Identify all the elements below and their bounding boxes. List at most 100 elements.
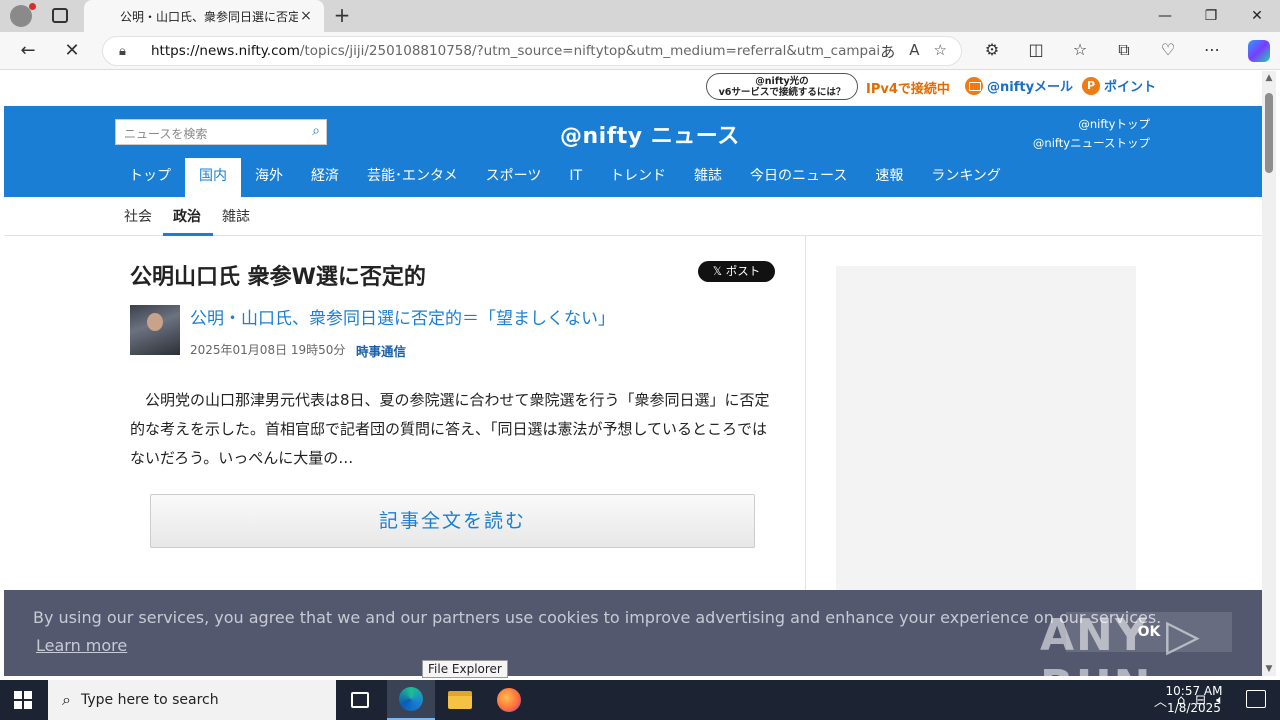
clock-date: 1/8/2025 — [1167, 701, 1221, 715]
address-bar-actions: あ A ☆ — [880, 41, 961, 62]
clock-time: 10:57 AM — [1165, 684, 1223, 698]
nav-today-news[interactable]: 今日のニュース — [736, 158, 861, 197]
subnav-society[interactable]: 社会 — [124, 206, 152, 226]
nav-entertainment[interactable]: 芸能･エンタメ — [353, 158, 472, 197]
close-tab-icon[interactable]: × — [298, 8, 314, 24]
browser-toolbar: ← ✕ 🔒︎ https://news.nifty.com/topics/jij… — [0, 32, 1280, 70]
task-view-icon — [351, 692, 369, 708]
mail-icon — [965, 76, 983, 95]
point-icon: P — [1082, 76, 1100, 95]
close-window-button[interactable]: ✕ — [1234, 0, 1280, 32]
nifty-top-link[interactable]: @niftyトップ — [1033, 115, 1150, 134]
nav-magazine[interactable]: 雑誌 — [680, 158, 736, 197]
nav-trend[interactable]: トレンド — [596, 158, 680, 197]
nav-domestic[interactable]: 国内 — [185, 158, 241, 197]
toolbar-actions: ⚙ ◫ ☆ ⧉ ♡ ⋯ — [970, 40, 1234, 60]
mail-link-label: @niftyメール — [987, 80, 1074, 95]
taskbar-firefox[interactable] — [485, 680, 533, 720]
read-full-article-button[interactable]: 記事全文を読む — [150, 494, 755, 548]
back-button[interactable]: ← — [14, 38, 42, 64]
x-post-button[interactable]: 𝕏 ポスト — [698, 261, 775, 282]
ipv6-line1: @nifty光の — [755, 76, 809, 87]
global-nav: トップ 国内 海外 経済 芸能･エンタメ スポーツ IT トレンド 雑誌 今日の… — [115, 158, 1015, 197]
nav-sports[interactable]: スポーツ — [472, 158, 556, 197]
url-text[interactable]: https://news.nifty.com/topics/jiji/25010… — [151, 43, 880, 59]
subnav-politics[interactable]: 政治 — [173, 206, 201, 226]
nav-it[interactable]: IT — [555, 158, 596, 197]
more-menu-icon[interactable]: ⋯ — [1190, 40, 1234, 60]
taskbar-file-explorer[interactable] — [436, 680, 484, 720]
windows-start-icon[interactable] — [14, 691, 32, 709]
taskbar: ⌕ Type here to search ︿ ⌂ ⊟ 🔈︎ 10:57 AM … — [0, 680, 1280, 720]
scroll-up-icon[interactable]: ▲ — [1262, 73, 1276, 83]
nifty-news-logo[interactable]: @nifty ニュース — [560, 118, 740, 150]
collections-icon[interactable]: ⧉ — [1102, 40, 1146, 60]
nav-top[interactable]: トップ — [115, 158, 185, 197]
article-date: 2025年01月08日 19時50分 — [190, 343, 346, 357]
article-source-link[interactable]: 時事通信 — [356, 341, 406, 360]
nifty-news-top-link[interactable]: @niftyニューストップ — [1033, 134, 1150, 153]
article-title: 公明山口氏 衆参W選に否定的 — [130, 265, 426, 290]
minimize-button[interactable]: — — [1142, 0, 1188, 32]
cookie-message: By using our services, you agree that we… — [33, 608, 1162, 627]
news-search-input[interactable]: ニュースを検索 ⌕ — [115, 119, 327, 145]
nav-breaking[interactable]: 速報 — [861, 158, 917, 197]
nav-overseas[interactable]: 海外 — [241, 158, 297, 197]
article-headline-link[interactable]: 公明・山口氏、衆参同日選に否定的＝「望ましくない」 — [190, 304, 615, 329]
file-explorer-icon — [448, 691, 472, 709]
stop-loading-button[interactable]: ✕ — [58, 38, 86, 64]
profile-icon[interactable] — [10, 3, 36, 27]
nav-economy[interactable]: 経済 — [297, 158, 353, 197]
scrollbar-thumb[interactable] — [1265, 93, 1273, 173]
favorite-star-icon[interactable]: ☆ — [934, 41, 947, 62]
maximize-button[interactable]: ❐ — [1188, 0, 1234, 32]
subnav-magazine[interactable]: 雑誌 — [222, 206, 250, 226]
taskbar-search-icon: ⌕ — [62, 690, 71, 709]
read-aloud-icon[interactable]: A — [909, 41, 919, 62]
url-path: /topics/jiji/250108810758/?utm_source=ni… — [299, 43, 881, 59]
favorites-icon[interactable]: ☆ — [1058, 40, 1102, 60]
window-controls: — ❐ ✕ — [1142, 0, 1280, 32]
cookie-banner: By using our services, you agree that we… — [4, 590, 1262, 712]
article-body: 公明党の山口那津男元代表は8日、夏の参院選に合わせて衆院選を行う「衆参同日選」に… — [130, 391, 770, 467]
cookie-ok-button[interactable]: OK — [1066, 612, 1232, 652]
ipv6-line2: v6サービスで接続するには？ — [718, 87, 846, 98]
taskbar-search-placeholder: Type here to search — [80, 692, 219, 708]
copilot-icon[interactable] — [1248, 40, 1270, 62]
article-thumbnail[interactable] — [130, 305, 180, 355]
cookie-learn-more-link[interactable]: Learn more — [36, 636, 127, 655]
translate-icon[interactable]: あ — [880, 41, 895, 62]
page-scrollbar[interactable]: ▲ ▼ — [1262, 71, 1276, 676]
page-viewport: @nifty光の v6サービスで接続するには？ IPv4で接続中 @niftyメ… — [4, 71, 1262, 676]
scroll-down-icon[interactable]: ▼ — [1262, 664, 1276, 674]
new-tab-button[interactable]: + — [330, 4, 354, 28]
site-header: ニュースを検索 ⌕ @nifty ニュース @niftyトップ @niftyニュ… — [4, 106, 1262, 197]
tab-title: 公明・山口氏、衆参同日選に否定的 — [120, 9, 298, 24]
taskbar-clock[interactable]: 10:57 AM 1/8/2025 — [1156, 683, 1232, 717]
address-bar[interactable]: 🔒︎ https://news.nifty.com/topics/jiji/25… — [102, 36, 962, 66]
ipv6-banner[interactable]: @nifty光の v6サービスで接続するには？ — [706, 73, 858, 100]
notification-icon[interactable] — [1246, 690, 1266, 708]
search-placeholder: ニュースを検索 — [124, 127, 208, 141]
nav-ranking[interactable]: ランキング — [917, 158, 1015, 197]
taskbar-edge[interactable] — [387, 680, 435, 720]
taskbar-tooltip: File Explorer — [422, 660, 508, 678]
active-tab[interactable]: 公明・山口氏、衆参同日選に否定的 × — [84, 0, 324, 32]
lock-icon[interactable]: 🔒︎ — [119, 44, 137, 59]
url-domain: https://news.nifty.com — [151, 43, 300, 59]
nifty-mail-link[interactable]: @niftyメール — [965, 76, 1073, 95]
utility-strip: @nifty光の v6サービスで接続するには？ IPv4で接続中 @niftyメ… — [4, 71, 1262, 106]
point-link-label: ポイント — [1104, 80, 1157, 95]
task-view-button[interactable] — [336, 680, 384, 720]
taskbar-search[interactable]: ⌕ Type here to search — [48, 680, 336, 720]
tab-bar: 公明・山口氏、衆参同日選に否定的 × + — ❐ ✕ — [0, 0, 1280, 32]
tab-actions-icon[interactable] — [52, 8, 68, 23]
split-screen-icon[interactable]: ◫ — [1014, 40, 1058, 60]
header-links: @niftyトップ @niftyニューストップ — [1033, 115, 1150, 153]
ipv4-status-link[interactable]: IPv4で接続中 — [866, 78, 950, 97]
firefox-icon — [497, 688, 521, 712]
extensions-icon[interactable]: ⚙ — [970, 40, 1014, 60]
point-link[interactable]: P ポイント — [1082, 76, 1156, 95]
search-icon[interactable]: ⌕ — [312, 123, 320, 139]
browser-essentials-icon[interactable]: ♡ — [1146, 40, 1190, 60]
